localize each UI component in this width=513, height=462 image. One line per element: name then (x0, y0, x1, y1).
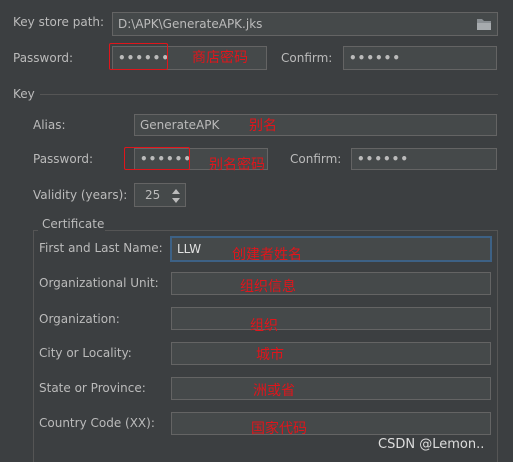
validity-label: Validity (years): (33, 188, 128, 202)
city-input[interactable] (171, 342, 491, 365)
organization-input[interactable] (171, 307, 491, 330)
folder-icon (477, 19, 491, 30)
org-info-annotation: 组织信息 (240, 279, 296, 295)
watermark: CSDN @Lemon.. (378, 437, 485, 452)
store-password-annotation: 商店密码 (192, 50, 248, 66)
city-label: City or Locality: (39, 346, 132, 360)
certificate-border-right (497, 230, 498, 462)
validity-decrement-button[interactable] (168, 195, 184, 205)
org-unit-input[interactable] (171, 272, 491, 295)
creator-name-annotation: 创建者姓名 (232, 247, 302, 263)
certificate-border-left (33, 230, 34, 462)
state-input[interactable] (171, 377, 491, 400)
country-code-input[interactable] (171, 412, 491, 435)
key-password-annotation: 别名密码 (209, 157, 265, 173)
caret-down-icon (172, 198, 180, 203)
first-last-name-input[interactable]: LLW (170, 236, 492, 262)
key-store-path-value: D:\APK\GenerateAPK.jks (118, 17, 263, 31)
certificate-border-top (105, 230, 498, 231)
key-store-path-label: Key store path: (13, 15, 105, 29)
alias-annotation: 别名 (249, 118, 277, 134)
store-password-label: Password: (13, 51, 74, 65)
key-section-label: Key (13, 87, 35, 101)
country-code-label: Country Code (XX): (39, 416, 155, 430)
key-confirm-value: •••••• (357, 152, 410, 166)
store-confirm-label: Confirm: (281, 51, 333, 65)
alias-label: Alias: (33, 118, 66, 132)
country-code-annotation: 国家代码 (251, 421, 307, 437)
city-annotation: 城市 (256, 347, 284, 363)
state-label: State or Province: (39, 381, 146, 395)
certificate-section-label: Certificate (42, 217, 105, 231)
alias-value: GenerateAPK (140, 118, 220, 132)
organization-annotation: 组织 (250, 318, 278, 334)
key-password-highlight (124, 147, 190, 170)
organization-label: Organization: (39, 312, 120, 326)
store-confirm-value: •••••• (349, 51, 402, 65)
store-password-highlight (109, 43, 168, 70)
org-unit-label: Organizational Unit: (39, 276, 159, 290)
key-section-divider (40, 94, 498, 95)
validity-increment-button[interactable] (168, 185, 184, 195)
store-confirm-input[interactable]: •••••• (343, 46, 497, 70)
validity-value: 25 (145, 188, 161, 202)
key-store-path-input[interactable]: D:\APK\GenerateAPK.jks (112, 12, 498, 36)
key-password-label: Password: (33, 152, 94, 166)
folder-browse-button[interactable] (472, 14, 496, 34)
key-confirm-input[interactable]: •••••• (351, 148, 497, 170)
first-last-name-value: LLW (177, 242, 202, 256)
alias-input[interactable]: GenerateAPK (134, 114, 497, 136)
province-annotation: 洲或省 (253, 383, 295, 399)
first-last-name-label: First and Last Name: (39, 241, 163, 255)
key-confirm-label: Confirm: (290, 152, 342, 166)
